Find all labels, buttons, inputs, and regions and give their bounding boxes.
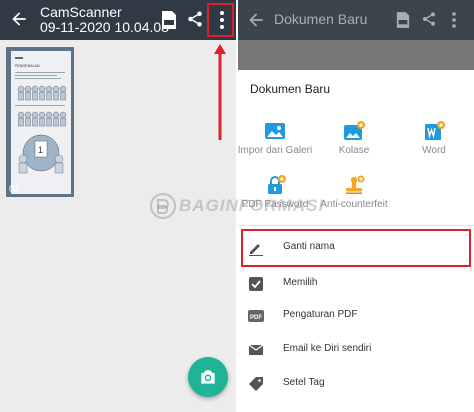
word-option[interactable]: Word — [394, 121, 474, 156]
svg-text:PDF: PDF — [250, 315, 262, 321]
email-icon — [248, 344, 264, 355]
collage-icon — [344, 121, 365, 140]
pdf-icon[interactable] — [161, 10, 177, 30]
set-tag-item[interactable]: Setel Tag — [238, 366, 474, 402]
page-number: 01 — [9, 184, 21, 195]
image-icon — [265, 123, 285, 139]
doc-heading: PENGENALAN — [15, 64, 40, 68]
pdf-settings-item[interactable]: PDF Pengaturan PDF — [238, 298, 474, 334]
rename-highlight — [241, 229, 471, 267]
document-timestamp: 09-11-2020 10.04.08 — [40, 19, 169, 35]
sheet-title: Dokumen Baru — [250, 82, 331, 96]
divider — [238, 225, 474, 226]
menu-label: Setel Tag — [283, 377, 325, 388]
grid-label: Impor dari Galeri — [238, 145, 313, 156]
app-title: CamScanner — [40, 4, 122, 20]
pdf-settings-icon: PDF — [248, 310, 264, 322]
watermark: BAGINFORMASI — [150, 193, 330, 219]
share-icon[interactable] — [421, 11, 437, 27]
top-app-bar-dimmed: Dokumen Baru — [238, 0, 474, 40]
back-arrow-icon[interactable] — [246, 10, 266, 30]
back-arrow-icon[interactable] — [9, 9, 29, 29]
menu-label: Memilih — [283, 277, 318, 288]
page-thumbnail[interactable]: PENGENALAN 1 01 — [6, 47, 74, 197]
camera-button[interactable] — [188, 357, 228, 397]
tag-icon — [249, 377, 263, 391]
collage-option[interactable]: Kolase — [314, 121, 394, 156]
more-options-icon[interactable] — [447, 11, 461, 29]
camera-icon — [201, 370, 215, 384]
screen-title: Dokumen Baru — [274, 11, 368, 27]
stamp-icon — [346, 175, 365, 194]
share-icon[interactable] — [186, 10, 204, 28]
svg-text:1: 1 — [38, 145, 43, 155]
pointer-arrow-icon — [214, 44, 226, 140]
checkbox-icon — [249, 277, 263, 291]
more-options-highlight — [207, 3, 234, 37]
grid-label: Kolase — [338, 145, 370, 156]
import-gallery-option[interactable]: Impor dari Galeri — [238, 121, 315, 156]
email-self-item[interactable]: Email ke Diri sendiri — [238, 332, 474, 368]
dimmed-background[interactable] — [238, 40, 474, 70]
top-app-bar: CamScanner 09-11-2020 10.04.08 — [0, 0, 236, 40]
select-item[interactable]: Memilih — [238, 266, 474, 302]
scanned-page-illustration: PENGENALAN 1 — [15, 57, 67, 174]
watermark-logo-icon — [150, 193, 176, 219]
lock-icon — [268, 175, 286, 194]
pdf-icon[interactable] — [396, 11, 410, 29]
menu-label: Pengaturan PDF — [283, 309, 358, 320]
menu-label: Email ke Diri sendiri — [283, 343, 372, 354]
watermark-text: BAGINFORMASI — [179, 196, 325, 215]
grid-label: Word — [422, 145, 446, 156]
scanned-page: PENGENALAN 1 — [11, 51, 71, 194]
word-icon — [425, 121, 445, 140]
